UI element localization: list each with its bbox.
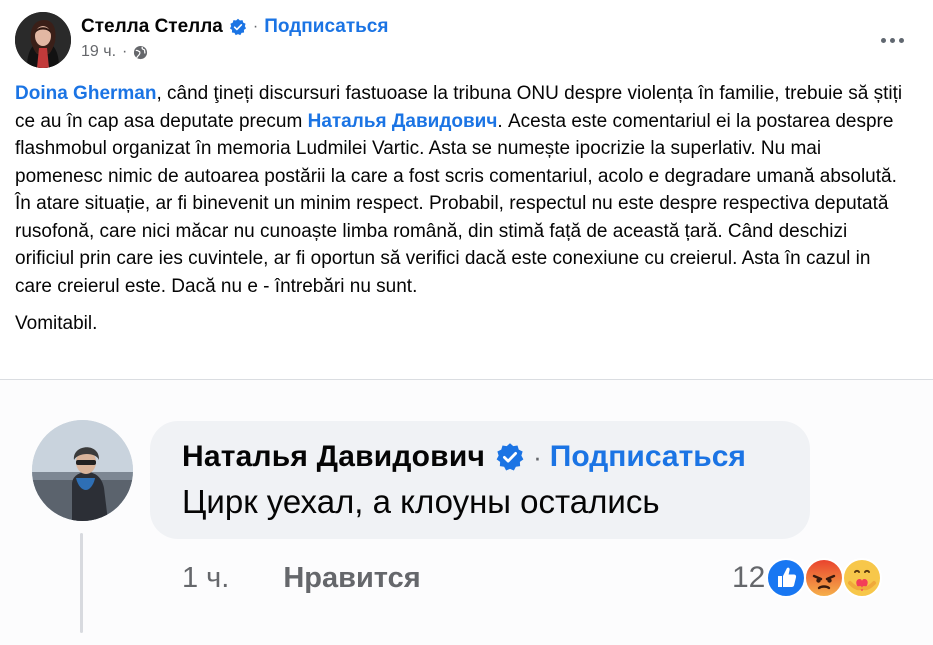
public-globe-icon[interactable] [133,45,148,60]
author-row: Стелла Стелла · Подписаться [81,15,388,39]
reactions-summary[interactable]: 12 [732,556,883,600]
comment-timestamp[interactable]: 1 ч. [182,562,229,595]
dot-icon [880,37,886,43]
post-header: Стелла Стелла · Подписаться 19 ч. · [15,12,918,68]
dot-icon [898,37,904,43]
comment-header-separator: · [533,441,542,472]
author-avatar[interactable] [15,12,71,68]
post-body: Doina Gherman, când ţineți discursuri fa… [15,80,905,338]
more-options-button[interactable] [874,26,910,54]
reaction-count: 12 [732,561,766,594]
post-timestamp[interactable]: 19 ч. [81,43,116,61]
post-meta: 19 ч. · [81,43,148,61]
comment-text: Цирк уехал, а клоуны остались [182,483,660,520]
comment-follow-button[interactable]: Подписаться [550,440,746,474]
mention-link[interactable]: Наталья Давидович [308,111,498,132]
verified-badge-icon [229,18,247,36]
verified-badge-icon [495,442,525,472]
like-icon [765,557,807,599]
post-paragraph-1: Doina Gherman, când ţineți discursuri fa… [15,80,905,190]
post-author-name[interactable]: Стелла Стелла [81,16,223,38]
comment-author-name[interactable]: Наталья Давидович [182,440,485,474]
like-button[interactable]: Нравится [283,562,420,595]
header-separator: · [252,18,259,35]
thread-line [80,533,83,633]
meta-separator: · [122,43,128,60]
comment-header: Наталья Давидович · Подписаться [182,437,746,477]
post-paragraph-2: În atare situație, ar fi binevenit un mi… [15,193,889,297]
angry-icon [803,557,845,599]
care-icon [841,557,883,599]
follow-button[interactable]: Подписаться [264,16,388,38]
comment-bubble: Наталья Давидович · Подписаться Цирк уех… [150,421,810,539]
commenter-avatar[interactable] [32,420,133,521]
post-paragraph-3: Vomitabil. [15,313,98,334]
mention-link[interactable]: Doina Gherman [15,83,156,104]
dot-icon [889,37,895,43]
comment-actions: 1 ч. Нравится [182,560,421,596]
